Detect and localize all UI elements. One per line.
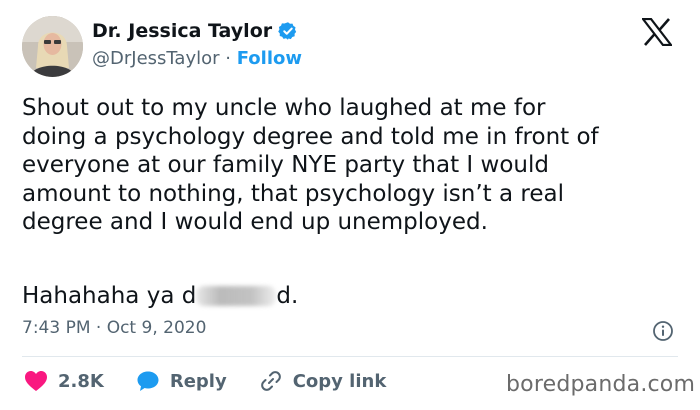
censor-blur [196,286,277,306]
like-button[interactable]: 2.8K [24,370,104,392]
reply-button[interactable]: Reply [136,370,227,392]
author-name-row: Dr. Jessica Taylor [92,20,298,42]
tweet-timestamp[interactable]: 7:43 PM · Oct 9, 2020 [22,318,206,338]
closing-text-end: d. [276,283,299,309]
author-handle-row: @DrJessTaylor · Follow [92,48,302,69]
author-handle[interactable]: @DrJessTaylor [92,48,220,69]
info-icon[interactable] [652,320,674,342]
copy-link-label: Copy link [292,370,387,392]
divider [22,356,678,357]
author-name[interactable]: Dr. Jessica Taylor [92,20,272,42]
heart-icon [24,370,48,392]
avatar[interactable] [22,16,83,77]
closing-text-start: Hahahaha ya d [22,283,197,309]
handle-separator: · [225,48,231,69]
tweet-closing-line: Hahahaha ya d d. [22,282,298,310]
link-icon [259,369,283,393]
like-count: 2.8K [58,370,104,392]
verified-badge-icon [278,21,298,41]
reply-bubble-icon [136,370,160,392]
reply-label: Reply [169,370,227,392]
tweet-text: Shout out to my uncle who laughed at me … [22,95,599,235]
x-logo-icon[interactable] [642,18,672,46]
copy-link-button[interactable]: Copy link [259,369,387,393]
action-bar: 2.8K Reply Copy link [24,369,418,393]
follow-button[interactable]: Follow [237,48,302,69]
watermark: boredpanda.com [506,372,696,397]
